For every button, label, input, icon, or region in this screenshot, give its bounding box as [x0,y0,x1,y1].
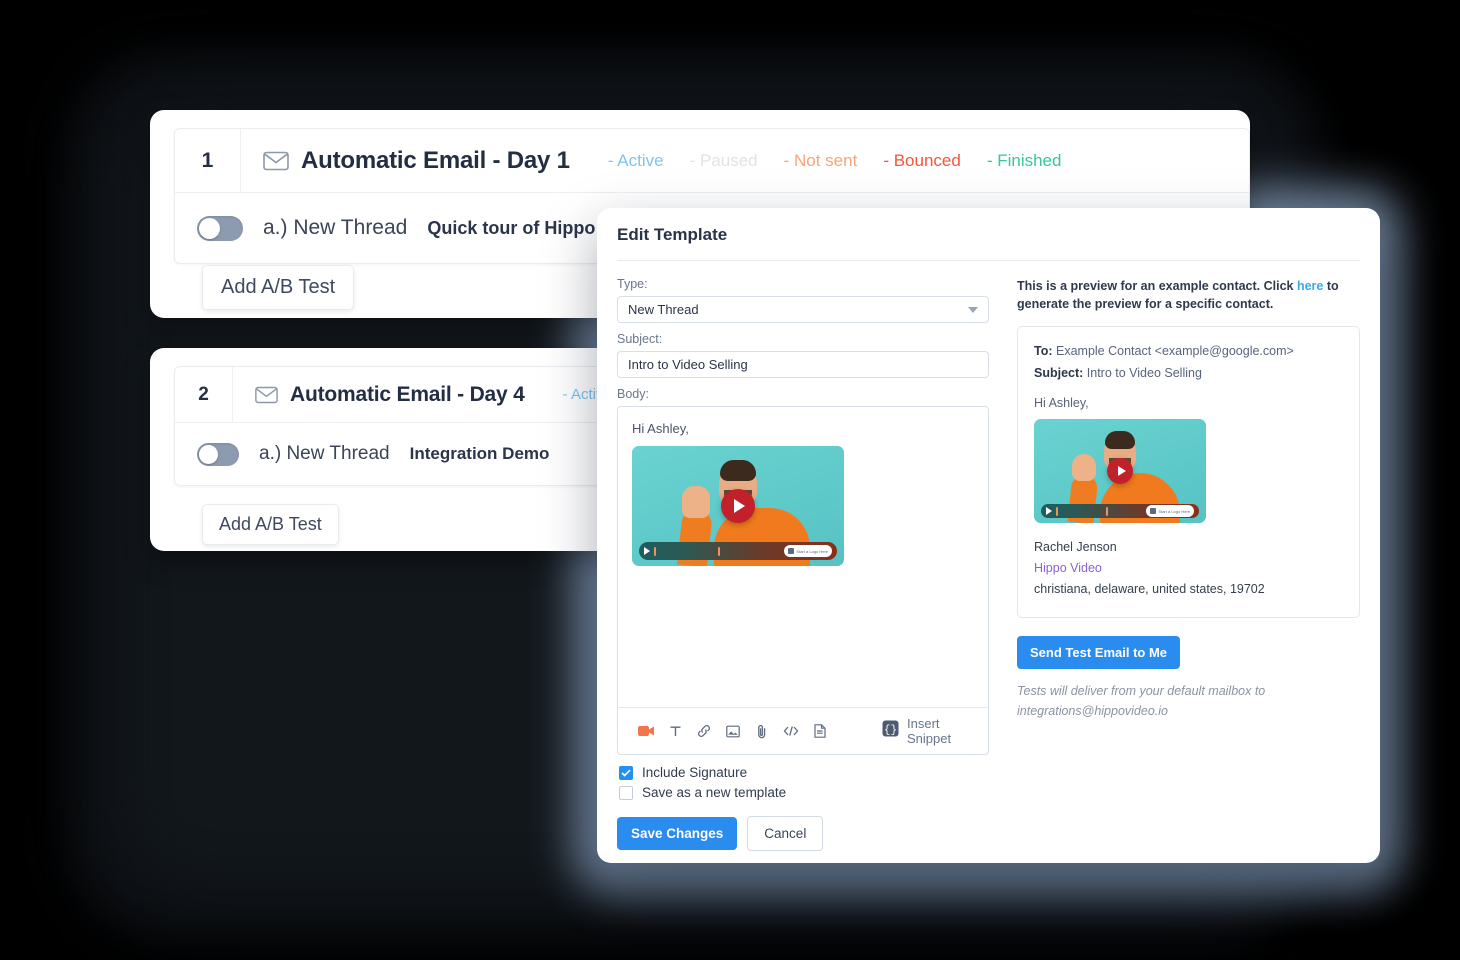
body-editor[interactable]: Hi Ashley, Start a Logo Here {} Insert S… [617,406,989,755]
status-list-1: - Active - Paused - Not sent - Bounced -… [608,151,1062,171]
preview-to-line: To: Example Contact <example@google.com> [1034,341,1343,363]
send-test-note-line2: integrations@hippovideo.io [1017,704,1168,719]
timeline-marker [654,546,656,556]
preview-note-before: This is a preview for an example contact… [1017,279,1297,293]
add-ab-test-button-2[interactable]: Add A/B Test [202,504,339,545]
play-icon-small[interactable] [644,547,650,555]
preview-video-thumbnail[interactable]: Start a Logo Here [1034,419,1206,524]
image-icon[interactable] [719,725,748,738]
video-control-bar[interactable]: Start a Logo Here [1041,504,1199,519]
status-badge-finished[interactable]: - Finished [987,151,1062,171]
video-cta-chip[interactable]: Start a Logo Here [784,545,832,557]
toggle-knob [199,217,220,239]
type-select-value: New Thread [628,302,699,317]
step-toggle-1[interactable] [197,215,243,241]
preview-greeting: Hi Ashley, [1034,396,1089,411]
thread-label: a.) New Thread [263,216,408,239]
save-as-template-row[interactable]: Save as a new template [619,785,989,800]
chevron-down-icon [968,306,978,313]
body-label: Body: [617,387,649,401]
insert-snippet-label: Insert Snippet [907,716,952,746]
attachment-icon[interactable] [747,724,776,739]
code-icon[interactable] [776,725,805,737]
sequence-title: Automatic Email - Day 4 [290,382,525,406]
preview-column: This is a preview for an example contact… [1017,277,1360,851]
cancel-button[interactable]: Cancel [747,816,824,851]
timeline-marker [718,546,720,556]
save-as-template-label: Save as a new template [642,785,787,800]
chip-label: Start a Logo Here [796,548,828,554]
timeline-marker [1106,506,1108,516]
preview-signature: Rachel Jenson Hippo Video christiana, de… [1034,537,1343,599]
include-signature-row[interactable]: Include Signature [619,765,989,780]
status-badge-paused[interactable]: - Paused [690,151,758,171]
save-as-template-checkbox[interactable] [619,785,633,800]
modal-actions: Save Changes Cancel [617,816,989,851]
step-toggle-2[interactable] [197,442,239,466]
type-label: Type: [617,277,648,291]
play-button-icon[interactable] [721,489,755,523]
sequence-number: 2 [175,366,233,423]
insert-snippet-button[interactable]: {} Insert Snippet [882,716,974,746]
video-camera-icon[interactable] [632,725,661,737]
thread-label: a.) New Thread [259,443,390,464]
preview-to-label: To: [1034,344,1053,359]
chip-icon [788,548,795,554]
send-test-email-button[interactable]: Send Test Email to Me [1017,636,1181,670]
sequence-header-1: 1 Automatic Email - Day 1 - Active - Pau… [175,128,1249,193]
type-select[interactable]: New Thread [617,296,989,323]
preview-to-value: Example Contact <example@google.com> [1052,344,1294,359]
body-greeting: Hi Ashley, [632,421,689,436]
subject-label: Subject: [617,332,663,346]
document-icon[interactable] [805,724,834,738]
include-signature-checkbox[interactable] [619,765,633,780]
subject-input[interactable]: Intro to Video Selling [617,351,989,378]
preview-subject-value: Intro to Video Selling [1083,365,1202,380]
subject-input-value: Intro to Video Selling [628,357,748,372]
chip-label: Start a Logo Here [1158,508,1190,514]
editor-toolbar: {} Insert Snippet [618,707,988,754]
body-video-thumbnail[interactable]: Start a Logo Here [632,446,844,566]
preview-subject-label: Subject: [1034,365,1084,380]
link-icon[interactable] [690,724,719,738]
chip-icon [1150,508,1157,515]
save-changes-button[interactable]: Save Changes [617,817,738,850]
preview-note: This is a preview for an example contact… [1017,277,1360,313]
status-badge-active[interactable]: - Active [608,151,664,171]
curly-braces-icon: {} [882,720,899,742]
sequence-title: Automatic Email - Day 1 [301,146,570,174]
status-badge-bounced[interactable]: - Bounced [883,151,961,171]
preview-subject-line: Subject: Intro to Video Selling [1034,363,1343,385]
mail-icon [263,151,289,171]
svg-text:{}: {} [884,725,897,737]
thread-subject: Integration Demo [409,444,550,463]
sequence-number: 1 [175,128,241,193]
signature-brand: Hippo Video [1034,560,1102,575]
options-checkboxes: Include Signature Save as a new template [617,765,989,800]
status-badge-not-sent[interactable]: - Not sent [784,151,858,171]
edit-template-modal: Edit Template Type: New Thread Subject: … [597,208,1380,863]
signature-name: Rachel Jenson [1034,540,1117,555]
modal-title: Edit Template [617,225,728,244]
toggle-knob [199,444,218,464]
timeline-marker [1056,506,1058,516]
send-test-note: Tests will deliver from your default mai… [1017,681,1360,721]
screenshot-stage: 1 Automatic Email - Day 1 - Active - Pau… [0,0,1460,960]
text-format-icon[interactable] [661,725,690,738]
include-signature-label: Include Signature [642,765,748,780]
send-test-note-line1: Tests will deliver from your default mai… [1017,684,1266,699]
preview-here-link[interactable]: here [1297,279,1323,293]
signature-address: christiana, delaware, united states, 197… [1034,581,1265,596]
template-form-column: Type: New Thread Subject: Intro to Video… [617,277,989,851]
play-icon-small[interactable] [1046,507,1052,516]
mail-icon [255,386,278,404]
video-control-bar[interactable]: Start a Logo Here [639,542,837,560]
play-button-icon[interactable] [1107,458,1133,485]
add-ab-test-button-1[interactable]: Add A/B Test [202,265,355,310]
email-preview-box: To: Example Contact <example@google.com>… [1017,326,1360,619]
body-editor-content[interactable]: Hi Ashley, Start a Logo Here [618,407,988,707]
video-cta-chip[interactable]: Start a Logo Here [1146,505,1194,518]
